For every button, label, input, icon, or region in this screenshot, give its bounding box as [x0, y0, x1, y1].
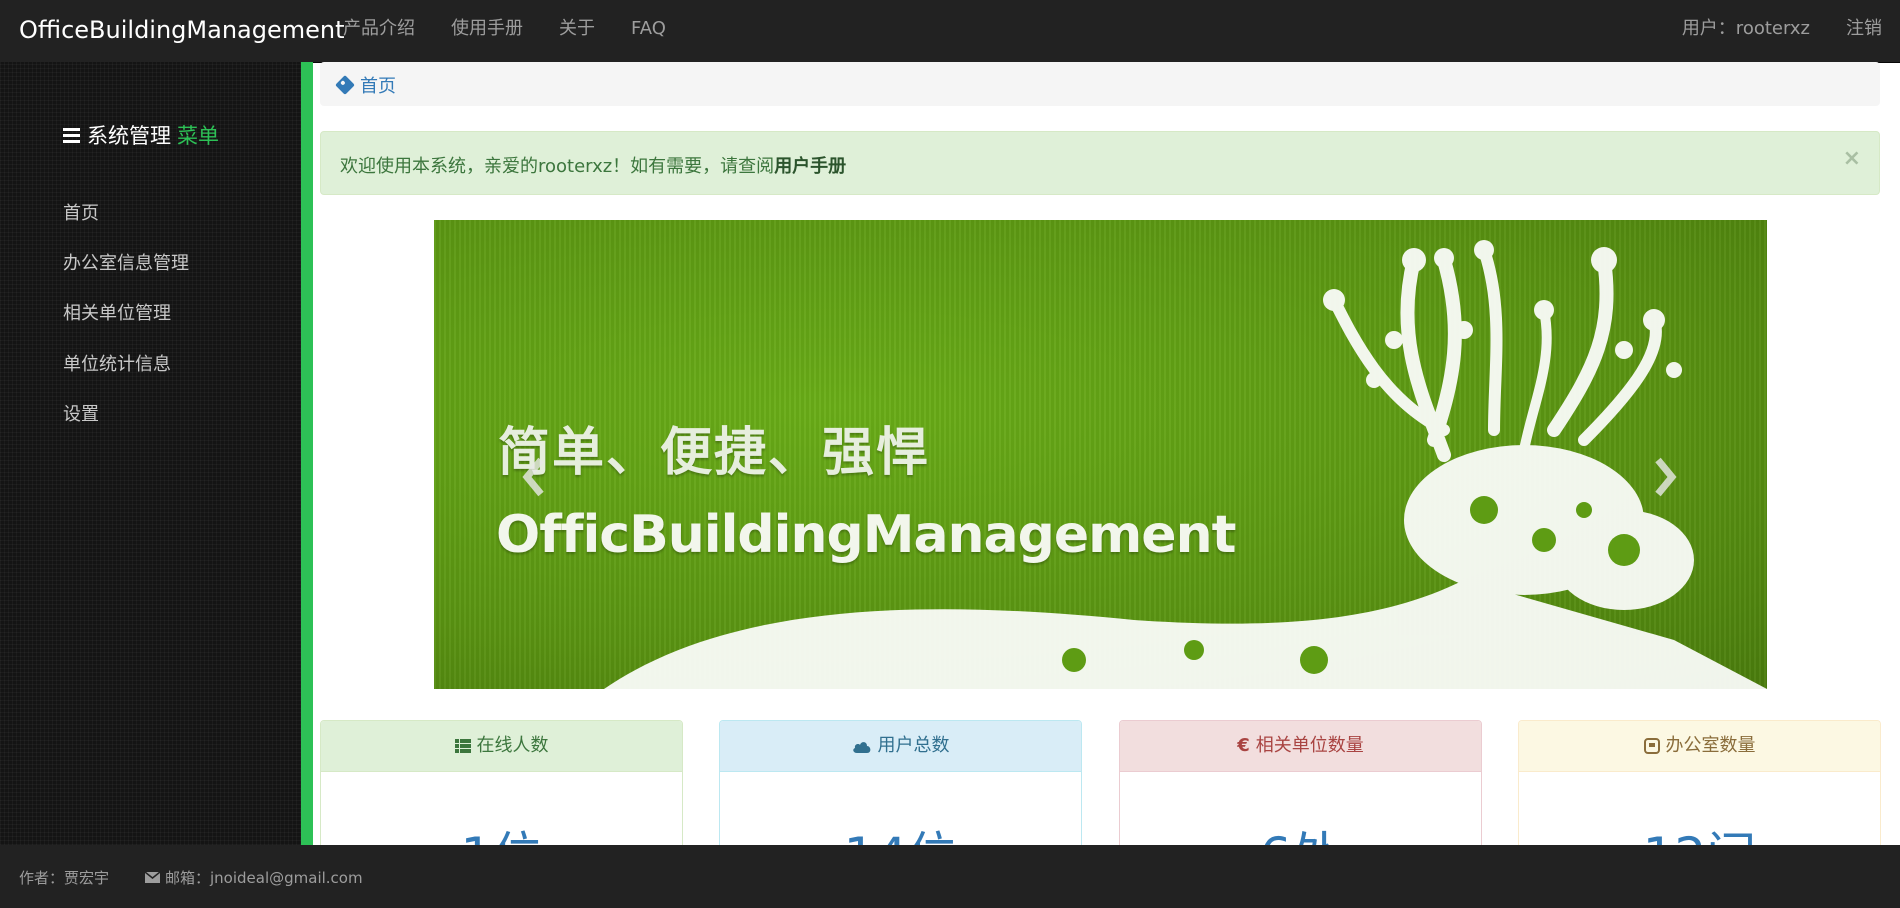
sidebar-item-home[interactable]: 首页	[63, 199, 99, 225]
envelope-icon	[145, 872, 160, 883]
stat-panel-header: 用户总数	[720, 721, 1081, 772]
banner-slogan: 简单、便捷、强悍	[498, 422, 931, 483]
list-icon	[454, 739, 471, 753]
manual-link[interactable]: 用户手册	[774, 156, 846, 177]
stat-label: 相关单位数量	[1255, 735, 1364, 756]
stat-panel-offices: 办公室数量 12间	[1518, 720, 1881, 862]
stat-panel-header: € 相关单位数量	[1120, 721, 1481, 772]
breadcrumb-label[interactable]: 首页	[360, 72, 396, 98]
stat-label: 用户总数	[877, 735, 950, 756]
sidebar-item-unit-stats[interactable]: 单位统计信息	[63, 350, 171, 376]
sidebar-title: 系统管理 菜单	[63, 120, 219, 150]
breadcrumb: 首页	[320, 62, 1880, 106]
nav-link-product[interactable]: 产品介绍	[325, 0, 433, 62]
stat-panel-users: 用户总数 14位	[719, 720, 1082, 862]
welcome-alert: 欢迎使用本系统，亲爱的rooterxz！如有需要，请查阅用户手册 ×	[320, 131, 1880, 195]
hamburger-icon	[63, 125, 80, 146]
top-navbar: OfficeBuildingManagement 产品介绍 使用手册 关于 FA…	[0, 0, 1900, 63]
sidebar-title-accent: 菜单	[177, 124, 219, 148]
sidebar-accent-stripe	[301, 62, 313, 845]
banner-title: OfficBuildingManagement	[496, 505, 1236, 565]
tag-icon	[335, 75, 355, 95]
carousel-next-icon[interactable]	[1650, 452, 1680, 502]
footer: 作者：贾宏宇 邮箱：jnoideal@gmail.com	[0, 845, 1900, 908]
logout-link[interactable]: 注销	[1828, 0, 1900, 62]
brand-link[interactable]: OfficeBuildingManagement	[19, 0, 345, 62]
footer-email: 邮箱：jnoideal@gmail.com	[145, 867, 363, 888]
sidebar-title-text: 系统管理	[87, 124, 171, 148]
building-icon	[1643, 738, 1660, 754]
alert-text: 欢迎使用本系统，亲爱的rooterxz！如有需要，请查阅	[340, 156, 775, 177]
euro-icon: €	[1237, 735, 1250, 756]
nav-right: 用户：rooterxz 注销	[1664, 0, 1900, 62]
nav-link-faq[interactable]: FAQ	[613, 0, 684, 62]
alert-close-button[interactable]: ×	[1843, 146, 1861, 171]
user-label[interactable]: 用户：rooterxz	[1664, 0, 1828, 62]
stat-panel-online: 在线人数 1位	[320, 720, 683, 862]
sidebar-item-units[interactable]: 相关单位管理	[63, 299, 171, 325]
stat-panel-units: € 相关单位数量 6处	[1119, 720, 1482, 862]
footer-email-text[interactable]: 邮箱：jnoideal@gmail.com	[165, 867, 363, 888]
stat-label: 在线人数	[476, 735, 549, 756]
sidebar-item-office-info[interactable]: 办公室信息管理	[63, 249, 189, 275]
stat-label: 办公室数量	[1665, 735, 1756, 756]
breadcrumb-home[interactable]: 首页	[335, 72, 396, 98]
nav-link-about[interactable]: 关于	[541, 0, 613, 62]
sidebar-item-settings[interactable]: 设置	[63, 400, 99, 426]
sidebar	[0, 62, 301, 845]
footer-author: 作者：贾宏宇	[19, 869, 110, 887]
nav-link-manual[interactable]: 使用手册	[433, 0, 541, 62]
carousel-prev-icon[interactable]	[519, 452, 549, 502]
nav-links: 产品介绍 使用手册 关于 FAQ	[325, 0, 684, 62]
stat-panel-header: 在线人数	[321, 721, 682, 772]
banner-carousel: 简单、便捷、强悍 OfficBuildingManagement	[434, 220, 1767, 689]
stat-panel-header: 办公室数量	[1519, 721, 1880, 772]
alert-message: 欢迎使用本系统，亲爱的rooterxz！如有需要，请查阅用户手册	[340, 152, 846, 178]
cloud-icon	[852, 741, 870, 753]
